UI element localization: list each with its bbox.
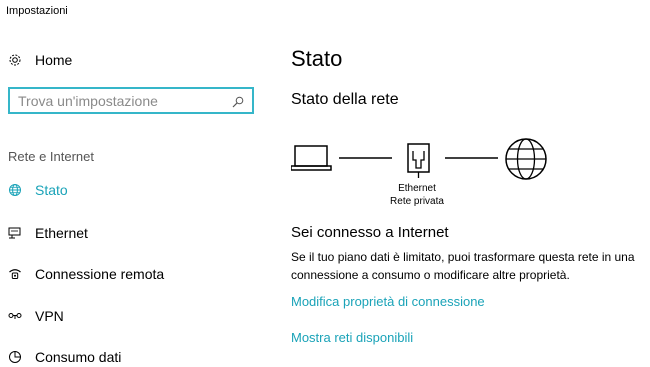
show-available-networks-link[interactable]: Mostra reti disponibili — [291, 330, 413, 345]
search-input[interactable] — [18, 92, 232, 109]
laptop-icon — [291, 145, 332, 171]
data-usage-icon — [8, 350, 22, 364]
main-content: Stato Stato della rete Ethernet Rete pri… — [291, 0, 650, 367]
network-status-title: Stato della rete — [291, 91, 399, 108]
section-title: Rete e Internet — [8, 149, 94, 164]
globe-icon — [505, 138, 547, 180]
search-icon[interactable] — [232, 95, 244, 107]
sidebar: Home Rete e Internet — [0, 0, 270, 367]
change-connection-properties-link[interactable]: Modifica proprietà di connessione — [291, 294, 485, 309]
vpn-icon — [8, 309, 22, 323]
globe-icon — [8, 183, 22, 197]
home-nav-item[interactable]: Home — [8, 50, 72, 70]
adapter-network: Rete privata — [390, 196, 444, 207]
adapter-name: Ethernet — [398, 183, 436, 194]
connected-description: Se il tuo piano dati è limitato, puoi tr… — [291, 250, 635, 282]
sidebar-item-label: Ethernet — [35, 225, 88, 241]
sidebar-item-vpn[interactable]: VPN — [8, 305, 64, 327]
sidebar-item-connessione-remota[interactable]: Connessione remota — [8, 263, 164, 285]
adapter-label: Ethernet Rete privata — [386, 182, 448, 208]
page-title: Stato — [291, 46, 343, 71]
connected-title: Sei connesso a Internet — [291, 224, 449, 241]
sidebar-item-label: Connessione remota — [35, 266, 165, 282]
sidebar-item-stato[interactable]: Stato — [8, 179, 68, 201]
search-box[interactable] — [8, 87, 254, 114]
phone-icon — [8, 267, 22, 281]
home-label: Home — [35, 52, 73, 68]
sidebar-item-label: VPN — [35, 308, 64, 324]
ethernet-adapter-icon — [407, 143, 430, 178]
ethernet-icon — [8, 226, 22, 240]
sidebar-item-consumo-dati[interactable]: Consumo dati — [8, 346, 121, 367]
sidebar-item-ethernet[interactable]: Ethernet — [8, 222, 88, 244]
settings-window: Impostazioni Home Rete e Internet — [0, 0, 650, 367]
sidebar-item-label: Stato — [35, 182, 68, 198]
sidebar-item-label: Consumo dati — [35, 349, 122, 365]
gear-icon — [8, 53, 22, 67]
